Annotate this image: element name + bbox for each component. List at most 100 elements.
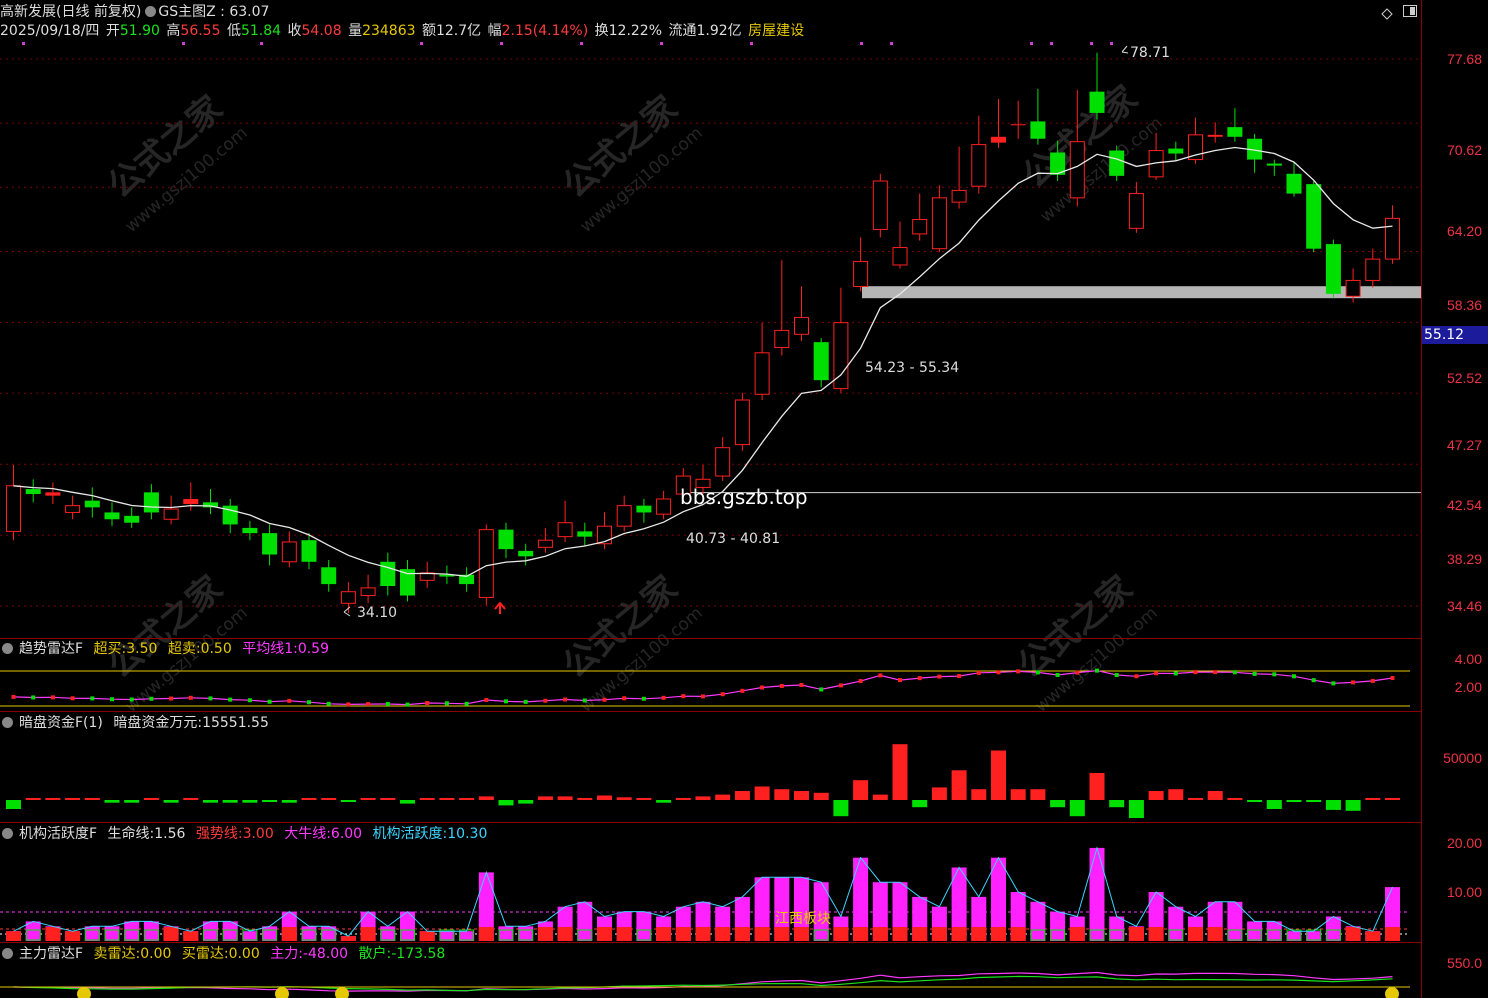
- inst-base-bar: [794, 927, 809, 941]
- funds-bar: [380, 798, 396, 800]
- funds-bar: [1207, 791, 1223, 800]
- inst-bar: [1030, 901, 1046, 941]
- funds-bar: [1148, 791, 1164, 800]
- avg-line-value: 0.59: [297, 641, 329, 657]
- trend-marker: [760, 685, 765, 690]
- funds-bar: [262, 800, 278, 802]
- funds-bar: [478, 796, 494, 800]
- candle-body: [6, 485, 21, 532]
- trend-marker: [366, 702, 371, 707]
- panel-divider[interactable]: [0, 638, 1422, 639]
- candle-body: [360, 587, 376, 597]
- candle-body: [242, 527, 258, 534]
- inst-bar: [104, 926, 120, 941]
- trend-panel-name[interactable]: 趋势雷达F: [19, 641, 83, 657]
- funds-bar: [537, 796, 553, 800]
- low-marker-label: 34.10: [357, 605, 398, 621]
- candle-body: [734, 399, 750, 446]
- panel-menu-icon[interactable]: [2, 948, 13, 959]
- funds-bar: [813, 792, 829, 800]
- inst-bar: [1168, 906, 1184, 941]
- candle-body: [774, 329, 790, 348]
- signal-dot: [500, 42, 503, 45]
- funds-bar: [656, 800, 672, 803]
- candle-body: [498, 529, 514, 550]
- candle-body: [45, 492, 61, 496]
- funds-bar: [1227, 798, 1243, 800]
- current-price-tag: 55.12: [1422, 326, 1488, 344]
- inst-base-bar: [695, 927, 711, 941]
- candle-body: [1168, 148, 1184, 154]
- funds-bar: [931, 787, 947, 800]
- inst-panel-name[interactable]: 机构活跃度F: [19, 826, 97, 842]
- signal-dot: [860, 42, 863, 45]
- candle-body: [1345, 279, 1361, 297]
- funds-bar: [1050, 800, 1066, 808]
- funds-bar: [912, 800, 928, 808]
- panel-divider[interactable]: [0, 822, 1422, 823]
- trend-marker: [1390, 676, 1395, 681]
- funds-bar: [616, 797, 632, 800]
- funds-bar: [360, 798, 376, 800]
- trend-marker: [208, 696, 213, 701]
- funds-bar: [951, 770, 967, 800]
- trend-axis-tick: 4.00: [1454, 651, 1482, 667]
- inst-base-bar: [715, 927, 731, 941]
- sector-note: 江西板块: [775, 911, 831, 927]
- price-axis[interactable]: 77.68 70.62 64.20 58.36 52.52 47.27 42.5…: [1421, 0, 1488, 998]
- trend-marker: [779, 683, 784, 688]
- funds-bar: [439, 798, 455, 800]
- inst-bar: [518, 926, 534, 941]
- trend-avg-line: [13, 669, 1393, 706]
- inst-base-bar: [1128, 927, 1144, 941]
- candle-body: [104, 512, 120, 520]
- candle-body: [1385, 217, 1400, 260]
- main-force-panel-name[interactable]: 主力雷达F: [19, 946, 83, 962]
- funds-bar: [597, 795, 612, 800]
- funds-bar: [774, 789, 790, 800]
- trend-marker: [504, 699, 508, 704]
- funds-bar: [734, 791, 750, 800]
- trend-marker: [523, 699, 528, 704]
- trend-marker: [641, 696, 646, 701]
- candle-body: [656, 498, 672, 515]
- funds-bar: [1109, 800, 1125, 808]
- panel-divider[interactable]: [0, 711, 1422, 712]
- panel-menu-icon[interactable]: [2, 828, 13, 839]
- smiley-icon: [1385, 987, 1399, 998]
- trend-marker: [1035, 670, 1040, 675]
- funds-bar: [833, 800, 849, 817]
- candle-body: [262, 533, 278, 555]
- panel-menu-icon[interactable]: [2, 717, 13, 728]
- trend-marker: [1351, 680, 1356, 685]
- trend-marker: [90, 696, 95, 701]
- sell-radar-value: 0.00: [140, 946, 172, 962]
- funds-label: 暗盘资金万元:: [113, 715, 203, 731]
- funds-bar: [518, 800, 534, 804]
- candle-body: [1109, 150, 1125, 176]
- inst-base-bar: [1385, 927, 1400, 941]
- oversold-label: 超卖:: [167, 641, 201, 657]
- candle-body: [25, 489, 41, 494]
- trend-marker: [247, 698, 252, 703]
- inst-base-bar: [734, 927, 750, 941]
- inst-base-bar: [754, 927, 770, 941]
- buy-signal-arrow: [494, 601, 506, 614]
- panel-menu-icon[interactable]: [2, 643, 13, 654]
- price-tick: 52.52: [1446, 370, 1482, 386]
- candle-body: [1325, 244, 1341, 294]
- signal-dot: [22, 42, 25, 45]
- funds-bar: [1345, 800, 1361, 811]
- inst-base-bar: [478, 927, 494, 941]
- panel-divider[interactable]: [0, 942, 1422, 943]
- inst-base-bar: [65, 931, 81, 941]
- main-force-value: -48.00: [302, 946, 349, 962]
- signal-dot: [580, 42, 583, 45]
- support-zone-label: 54.23 - 55.34: [865, 360, 960, 376]
- trend-marker: [681, 694, 686, 699]
- inst-base-bar: [991, 927, 1006, 941]
- trend-marker: [917, 676, 922, 681]
- funds-panel-name[interactable]: 暗盘资金F(1): [19, 715, 103, 731]
- inst-base-bar: [6, 931, 21, 941]
- trend-marker: [444, 701, 449, 706]
